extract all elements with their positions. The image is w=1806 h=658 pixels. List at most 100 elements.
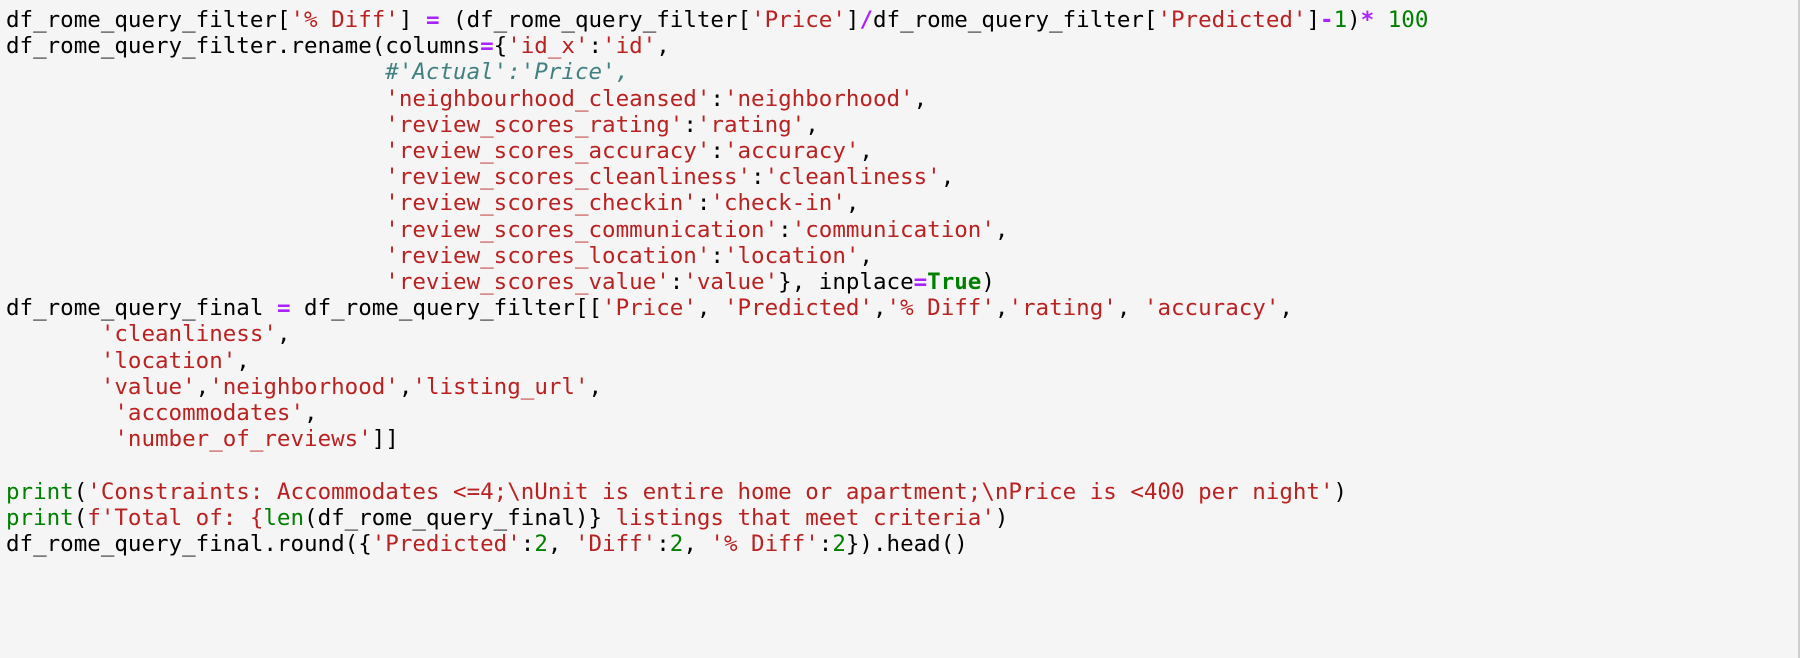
code-token-kw: True [927,269,982,296]
code-line: 'accommodates', [6,400,1798,426]
code-token-str: 'Predicted' [1157,7,1307,33]
code-token-op: = [913,269,928,296]
code-token-def [6,164,385,190]
code-token-def [6,59,385,85]
code-line: 'review_scores_accuracy':'accuracy', [6,138,1798,164]
code-token-str: 'value' [100,373,196,400]
code-token-def: (df_rome_query_final)} [304,504,603,531]
code-token-def: ) [981,269,995,296]
code-line: df_rome_query_filter['% Diff'] = (df_rom… [6,7,1798,33]
code-token-def: df_rome_query_final.round({ [6,531,372,558]
code-token-str: 'neighborhood' [723,85,914,112]
code-token-bif: len [263,504,305,531]
code-token-num: 2 [534,531,548,558]
code-token-str: 'Predicted' [723,295,873,322]
code-token-str: 'review_scores_cleanliness' [385,164,752,191]
code-token-def: df_rome_query_filter[[ [290,295,603,322]
code-token-def: ] [1306,7,1321,33]
code-token-def: , [547,531,575,558]
code-token-def [6,374,101,400]
code-line: df_rome_query_final.round({'Predicted':2… [6,531,1798,557]
code-token-def: ) [994,504,1009,531]
code-token-def: ] [845,7,860,33]
code-line: print('Constraints: Accommodates <=4;\nU… [6,479,1798,505]
code-token-def: : [520,531,535,558]
code-token-str: listings that meet criteria' [602,504,995,531]
code-token-str: 'value' [683,269,779,296]
code-token-def: ] [398,7,426,33]
code-token-def: ( [73,478,88,505]
code-token-def: : [656,531,670,558]
code-token-def: : [696,190,711,217]
code-token-def [6,426,114,452]
code-editor-area[interactable]: df_rome_query_filter['% Diff'] = (df_rom… [0,0,1798,557]
code-token-def: : [778,216,792,243]
code-line: 'number_of_reviews']] [6,426,1798,452]
code-token-str: 'check-in' [710,190,846,217]
code-token-def [6,243,385,269]
code-token-str: 'accuracy' [1143,295,1280,322]
code-token-def [6,138,385,164]
code-cell[interactable]: df_rome_query_filter['% Diff'] = (df_rom… [0,0,1800,658]
code-line: 'neighbourhood_cleansed':'neighborhood', [6,86,1798,112]
code-token-str: 'number_of_reviews' [114,426,372,453]
code-token-num: 2 [669,531,684,558]
code-token-op: * [1360,7,1375,33]
code-token-def: , [588,373,603,400]
code-token-def: , [994,216,1009,243]
code-line: 'review_scores_communication':'communica… [6,217,1798,243]
code-line: 'review_scores_checkin':'check-in', [6,190,1798,216]
code-token-def: , [304,400,318,427]
code-token-def: ) [1333,478,1348,505]
code-token-def: , [696,295,724,322]
code-token-def: , [859,242,873,269]
code-token-com: #'Actual':'Price', [385,59,630,86]
code-token-str: 'Diff' [574,531,657,558]
code-token-str: 'id' [602,33,657,60]
code-token-def: , [1116,295,1144,322]
code-token-def: }).head() [845,531,968,558]
code-token-bif: print [6,478,74,505]
code-token-def: , [805,111,819,138]
code-token-def: df_rome_query_final [6,295,277,322]
code-token-str: 'Price' [751,7,846,33]
code-token-def [6,321,101,347]
code-token-str: 'review_scores_communication' [385,216,779,243]
code-token-str: 'location' [723,242,860,269]
code-token-str: 'cleanliness' [100,321,277,348]
code-token-str: 'review_scores_rating' [385,111,684,138]
code-token-def [6,400,114,426]
code-token-def [6,348,101,374]
code-token-def [6,190,385,216]
code-token-def: : [710,138,724,165]
code-token-def: , [872,295,887,322]
code-token-def [6,112,385,138]
code-token-def: , [994,295,1009,322]
code-token-str: 'review_scores_accuracy' [385,138,711,165]
code-token-def: , [195,373,210,400]
code-token-def: : [669,269,684,296]
code-token-def: , [276,321,291,348]
code-line: 'review_scores_value':'value'}, inplace=… [6,269,1798,295]
code-token-def: (df_rome_query_filter[ [439,7,752,33]
code-line: 'review_scores_rating':'rating', [6,112,1798,138]
code-token-str: 'listing_url' [412,373,589,400]
code-token-def: , [236,347,250,374]
code-token-def: : [710,85,724,112]
code-token-str: 'id_x' [507,33,589,60]
code-token-def: : [710,242,724,269]
code-token-def: , [940,164,955,191]
code-token-str: 'accommodates' [114,400,305,427]
code-token-def [6,269,385,295]
code-token-str: 'communication' [791,216,995,243]
code-token-num: 1 [1333,7,1348,33]
code-token-str: 'neighbourhood_cleansed' [385,85,711,112]
code-token-def: : [588,33,603,60]
code-token-op: = [276,295,291,322]
code-token-str: 'accuracy' [723,138,860,165]
code-token-num: 2 [832,531,846,558]
code-line: 'location', [6,348,1798,374]
code-line: df_rome_query_final = df_rome_query_filt… [6,295,1798,321]
code-token-str: 'Constraints: Accommodates <=4;\nUnit is… [87,478,1334,505]
